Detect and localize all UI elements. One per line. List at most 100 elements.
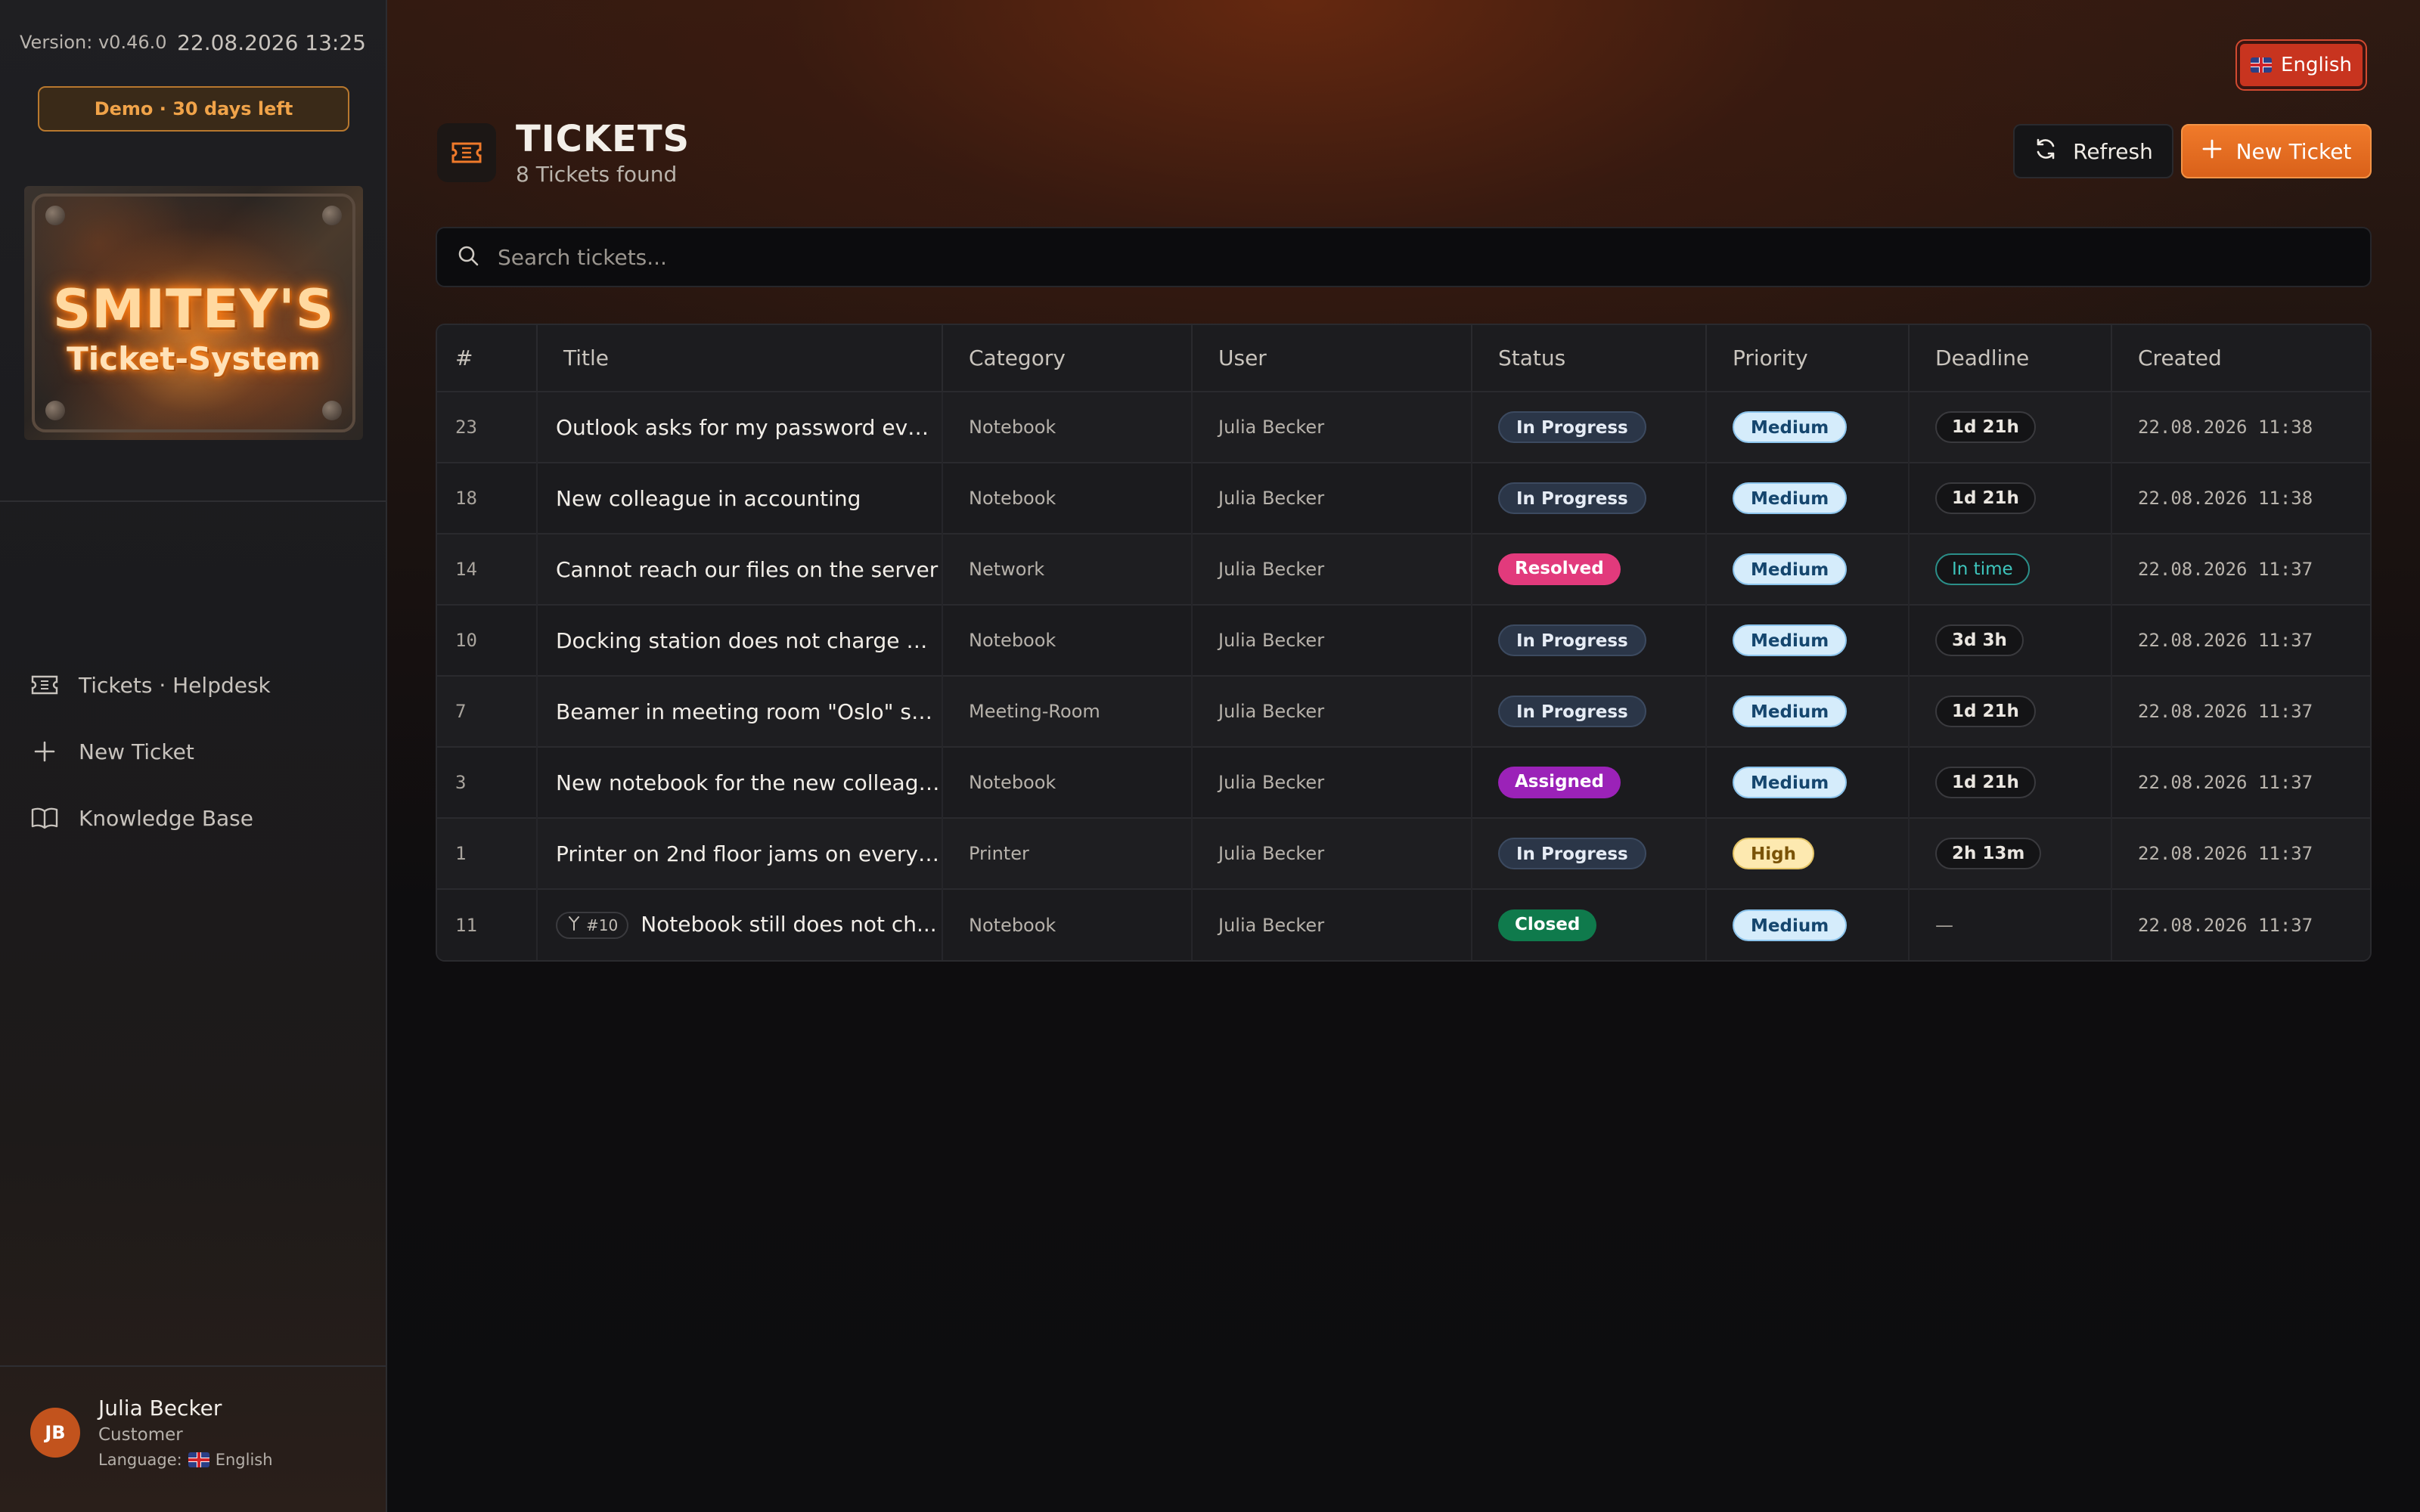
priority-badge: Medium — [1733, 767, 1848, 798]
new-ticket-button[interactable]: New Ticket — [2181, 124, 2372, 178]
logo-subtitle: Ticket-System — [67, 340, 321, 377]
ticket-title: Printer on 2nd floor jams on every s... — [537, 817, 943, 889]
sidebar-divider — [0, 1365, 386, 1367]
column-header-status[interactable]: Status — [1472, 325, 1707, 392]
ticket-id: 11 — [437, 888, 538, 960]
ticket-category: Notebook — [942, 604, 1193, 676]
status-badge: In Progress — [1498, 411, 1646, 443]
column-header-user[interactable]: User — [1192, 325, 1472, 392]
ticket-category: Notebook — [942, 462, 1193, 534]
plus-icon — [2201, 138, 2223, 165]
demo-badge: Demo · 30 days left — [38, 86, 349, 132]
language-button[interactable]: English — [2237, 41, 2366, 89]
deadline-cell: 1d 21h — [1909, 392, 2112, 463]
refresh-button[interactable]: Refresh — [2013, 124, 2173, 178]
table-row[interactable]: 3 New notebook for the new colleagu... N… — [437, 746, 2370, 818]
column-header-category[interactable]: Category — [942, 325, 1193, 392]
deadline-badge: In time — [1935, 553, 2030, 585]
priority-badge: Medium — [1733, 909, 1848, 941]
deadline-cell: 1d 21h — [1909, 746, 2112, 818]
ticket-created: 22.08.2026 11:37 — [2111, 604, 2370, 676]
rivet-icon — [322, 401, 342, 420]
sidebar: Version: v0.46.0 22.08.2026 13:25 Demo ·… — [0, 0, 387, 1512]
ticket-user: Julia Becker — [1192, 675, 1472, 747]
status-badge: Assigned — [1498, 767, 1621, 798]
refresh-icon — [2034, 137, 2058, 166]
column-header-deadline[interactable]: Deadline — [1909, 325, 2112, 392]
page-header: TICKETS 8 Tickets found — [437, 118, 690, 187]
status-badge: Resolved — [1498, 553, 1621, 585]
refresh-label: Refresh — [2073, 138, 2153, 164]
sidebar-header: Version: v0.46.0 22.08.2026 13:25 — [20, 27, 366, 57]
ticket-user: Julia Becker — [1192, 392, 1472, 463]
priority-badge: Medium — [1733, 411, 1848, 443]
ticket-title: Beamer in meeting room "Oslo" sho... — [537, 675, 943, 747]
ticket-category: Notebook — [942, 392, 1193, 463]
linked-ticket-badge[interactable]: #10 — [556, 911, 629, 939]
title-text: TICKETS 8 Tickets found — [516, 118, 690, 187]
user-name: Julia Becker — [98, 1396, 222, 1421]
ticket-id: 3 — [437, 746, 538, 818]
ticket-category: Network — [942, 533, 1193, 605]
deadline-badge: 1d 21h — [1935, 767, 2036, 798]
ticket-user: Julia Becker — [1192, 462, 1472, 534]
sidebar-item-knowledge-base[interactable]: Knowledge Base — [30, 785, 363, 851]
main-content: English TICKETS 8 Tickets found Refresh … — [387, 0, 2420, 1512]
ticket-title: Docking station does not charge m... — [537, 604, 943, 676]
ticket-title: New notebook for the new colleagu... — [537, 746, 943, 818]
ticket-id: 10 — [437, 604, 538, 676]
ticket-icon — [30, 671, 59, 699]
search-input[interactable] — [498, 244, 2370, 270]
status-cell: In Progress — [1472, 675, 1707, 747]
sidebar-divider — [0, 500, 386, 502]
table-row[interactable]: 23 Outlook asks for my password ever... … — [437, 392, 2370, 463]
ticket-created: 22.08.2026 11:38 — [2111, 462, 2370, 534]
ticket-title: Outlook asks for my password ever... — [537, 392, 943, 463]
deadline-cell: 2h 13m — [1909, 817, 2112, 889]
deadline-cell: — — [1909, 888, 2112, 960]
avatar: JB — [30, 1407, 80, 1458]
ticket-created: 22.08.2026 11:37 — [2111, 533, 2370, 605]
column-header-priority[interactable]: Priority — [1706, 325, 1910, 392]
status-badge: Closed — [1498, 909, 1597, 941]
uk-flag-icon — [2251, 57, 2273, 73]
sidebar-item-label: New Ticket — [79, 739, 194, 764]
priority-cell: High — [1706, 817, 1910, 889]
status-cell: In Progress — [1472, 817, 1707, 889]
priority-cell: Medium — [1706, 675, 1910, 747]
priority-cell: Medium — [1706, 604, 1910, 676]
deadline-badge: 1d 21h — [1935, 482, 2036, 514]
user-profile[interactable]: JB Julia Becker Customer Language: Engli… — [30, 1396, 273, 1469]
page-title: TICKETS — [516, 118, 690, 160]
language-value: English — [215, 1451, 273, 1469]
rivet-icon — [45, 206, 65, 225]
status-badge: In Progress — [1498, 482, 1646, 514]
column-header-id[interactable]: # — [437, 325, 538, 392]
ticket-category: Notebook — [942, 888, 1193, 960]
sidebar-item-tickets[interactable]: Tickets · Helpdesk — [30, 652, 363, 718]
ticket-user: Julia Becker — [1192, 746, 1472, 818]
table-row[interactable]: 14 Cannot reach our files on the server … — [437, 533, 2370, 605]
status-cell: Resolved — [1472, 533, 1707, 605]
version-label: Version: v0.46.0 — [20, 32, 167, 53]
table-row[interactable]: 7 Beamer in meeting room "Oslo" sho... M… — [437, 675, 2370, 747]
table-row[interactable]: 18 New colleague in accounting Notebook … — [437, 462, 2370, 534]
column-header-title[interactable]: Title — [537, 325, 943, 392]
column-header-created[interactable]: Created — [2111, 325, 2370, 392]
deadline-cell: 3d 3h — [1909, 604, 2112, 676]
ticket-created: 22.08.2026 11:37 — [2111, 817, 2370, 889]
status-badge: In Progress — [1498, 624, 1646, 656]
ticket-id: 14 — [437, 533, 538, 605]
rivet-icon — [322, 206, 342, 225]
uk-flag-icon — [188, 1452, 209, 1467]
merge-icon — [566, 915, 582, 935]
ticket-id: 23 — [437, 392, 538, 463]
logo-title: SMITEY'S — [52, 278, 335, 340]
sidebar-item-new-ticket[interactable]: New Ticket — [30, 718, 363, 785]
table-row[interactable]: 10 Docking station does not charge m... … — [437, 604, 2370, 676]
table-row[interactable]: 1 Printer on 2nd floor jams on every s..… — [437, 817, 2370, 889]
user-info: Julia Becker Customer Language: English — [98, 1396, 273, 1469]
table-row[interactable]: 11 #10 Notebook still does not ch... Not… — [437, 888, 2370, 960]
priority-cell: Medium — [1706, 392, 1910, 463]
status-cell: In Progress — [1472, 392, 1707, 463]
